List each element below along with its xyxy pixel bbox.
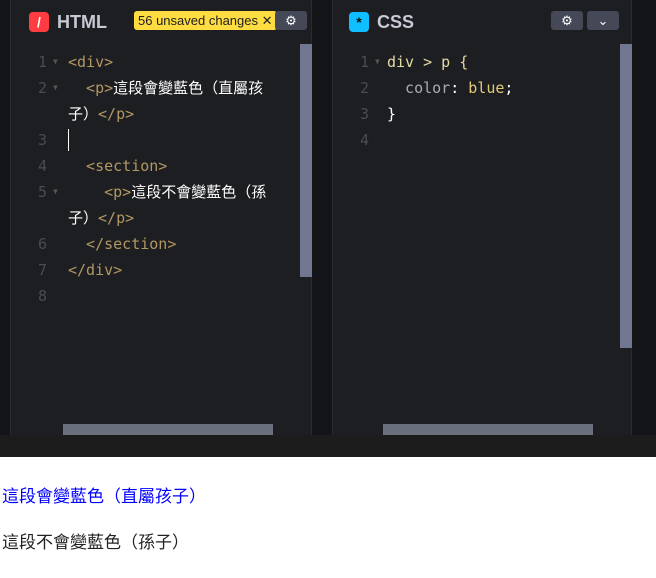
text-cursor [68,129,69,151]
fold-arrow-icon[interactable]: ▼ [53,179,58,205]
css-code-editor[interactable]: 1 ▼ div > p {2 color: blue; 3} 4 [333,44,631,435]
line-number: 7 [37,261,47,279]
code-text: color: blue; [387,75,513,101]
code-line[interactable]: 3 [11,127,311,153]
line-number: 4 [359,131,369,149]
code-token: 這段不會變藍色（孫 [131,183,267,201]
code-line[interactable]: 1 ▼ <div> [11,49,311,75]
code-token: </div> [68,261,123,279]
html-logo-icon: / [29,12,49,32]
code-line[interactable]: 2 ▼ <p>這段會變藍色（直屬孩 [11,75,311,101]
code-token: </p> [98,105,135,123]
code-token: </p> [98,209,135,227]
html-code-editor[interactable]: 1 ▼ <div> 2 ▼ <p>這段會變藍色（直屬孩 子）</p> 3 4 <section… [11,44,311,435]
html-editor-panel: / HTML 56 unsaved changes ✕ ⚙ 1 ▼ <div> 2 ▼ … [10,0,312,435]
code-text: div > p { [387,49,468,75]
code-line[interactable]: 2 color: blue; [333,75,631,101]
code-line[interactable]: 8 [11,283,311,309]
code-line[interactable]: 子）</p> [11,101,311,127]
unsaved-changes-badge[interactable]: 56 unsaved changes ✕ [134,11,277,30]
code-text: <p>這段會變藍色（直屬孩 [68,75,263,101]
resize-bar[interactable] [0,435,656,457]
html-panel-title: HTML [57,11,107,32]
code-text: </section> [68,231,176,257]
line-number: 1 [359,53,369,71]
code-line[interactable]: 4 <section> [11,153,311,179]
code-line[interactable]: 子）</p> [11,205,311,231]
line-number: 2 [359,79,369,97]
code-line[interactable]: 1 ▼ div > p { [333,49,631,75]
css-logo-icon: * [349,12,369,32]
code-token: ; [504,79,514,97]
code-text: </div> [68,257,122,283]
html-horizontal-scrollbar[interactable] [63,424,273,435]
code-text: <section> [68,153,167,179]
code-text: 子）</p> [68,205,134,231]
line-number: 6 [37,235,47,253]
css-settings-button[interactable]: ⚙ [551,11,583,30]
fold-arrow-icon[interactable]: ▼ [53,49,58,75]
css-vertical-scrollbar[interactable] [620,44,632,348]
line-number: 5 [37,183,47,201]
chevron-down-icon: ⌄ [597,13,609,28]
line-number: 1 [37,53,47,71]
preview-pane: 這段會變藍色（直屬孩子） 這段不會變藍色（孫子） [0,457,656,578]
code-token: div > p { [387,53,469,71]
line-number: 4 [37,157,47,175]
html-vertical-scrollbar[interactable] [300,44,312,277]
code-token: blue [468,79,505,97]
css-editor-panel: * CSS ⚙ ⌄ 1 ▼ div > p {2 color: blue; 3} 4 [332,0,632,435]
code-token: } [387,105,397,123]
code-token: </section> [68,235,177,253]
css-collapse-button[interactable]: ⌄ [587,11,619,30]
badge-text: 56 unsaved changes [138,13,258,28]
line-number: 2 [37,79,47,97]
code-text: <div> [68,49,113,75]
code-token: <p> [68,79,114,97]
css-panel-title: CSS [377,11,415,32]
code-token: : [450,79,469,97]
gear-icon: ⚙ [561,13,573,28]
code-line[interactable]: 4 [333,127,631,153]
code-token: 子） [68,209,99,227]
editor-area: / HTML 56 unsaved changes ✕ ⚙ 1 ▼ <div> 2 ▼ … [0,0,656,457]
code-line[interactable]: 7 </div> [11,257,311,283]
close-icon[interactable]: ✕ [262,13,273,28]
fold-arrow-icon[interactable]: ▼ [375,49,380,75]
line-number: 3 [37,131,47,149]
code-token: 這段會變藍色（直屬孩 [113,79,264,97]
code-token: <div> [68,53,114,71]
code-token: 子） [68,105,99,123]
css-horizontal-scrollbar[interactable] [383,424,593,435]
line-number: 3 [359,105,369,123]
preview-direct-child-paragraph: 這段會變藍色（直屬孩子） [2,487,206,506]
fold-arrow-icon[interactable]: ▼ [53,75,58,101]
code-text: } [387,101,396,127]
code-token: <section> [68,157,168,175]
code-line[interactable]: 6 </section> [11,231,311,257]
code-token: color [387,79,451,97]
code-text: <p>這段不會變藍色（孫 [68,179,266,205]
code-line[interactable]: 5 ▼ <p>這段不會變藍色（孫 [11,179,311,205]
gear-icon: ⚙ [285,13,297,28]
html-settings-button[interactable]: ⚙ [275,11,307,30]
code-token: <p> [68,183,132,201]
code-text: 子）</p> [68,101,134,127]
code-line[interactable]: 3} [333,101,631,127]
line-number: 8 [37,287,47,305]
preview-grandchild-paragraph: 這段不會變藍色（孫子） [2,533,189,552]
